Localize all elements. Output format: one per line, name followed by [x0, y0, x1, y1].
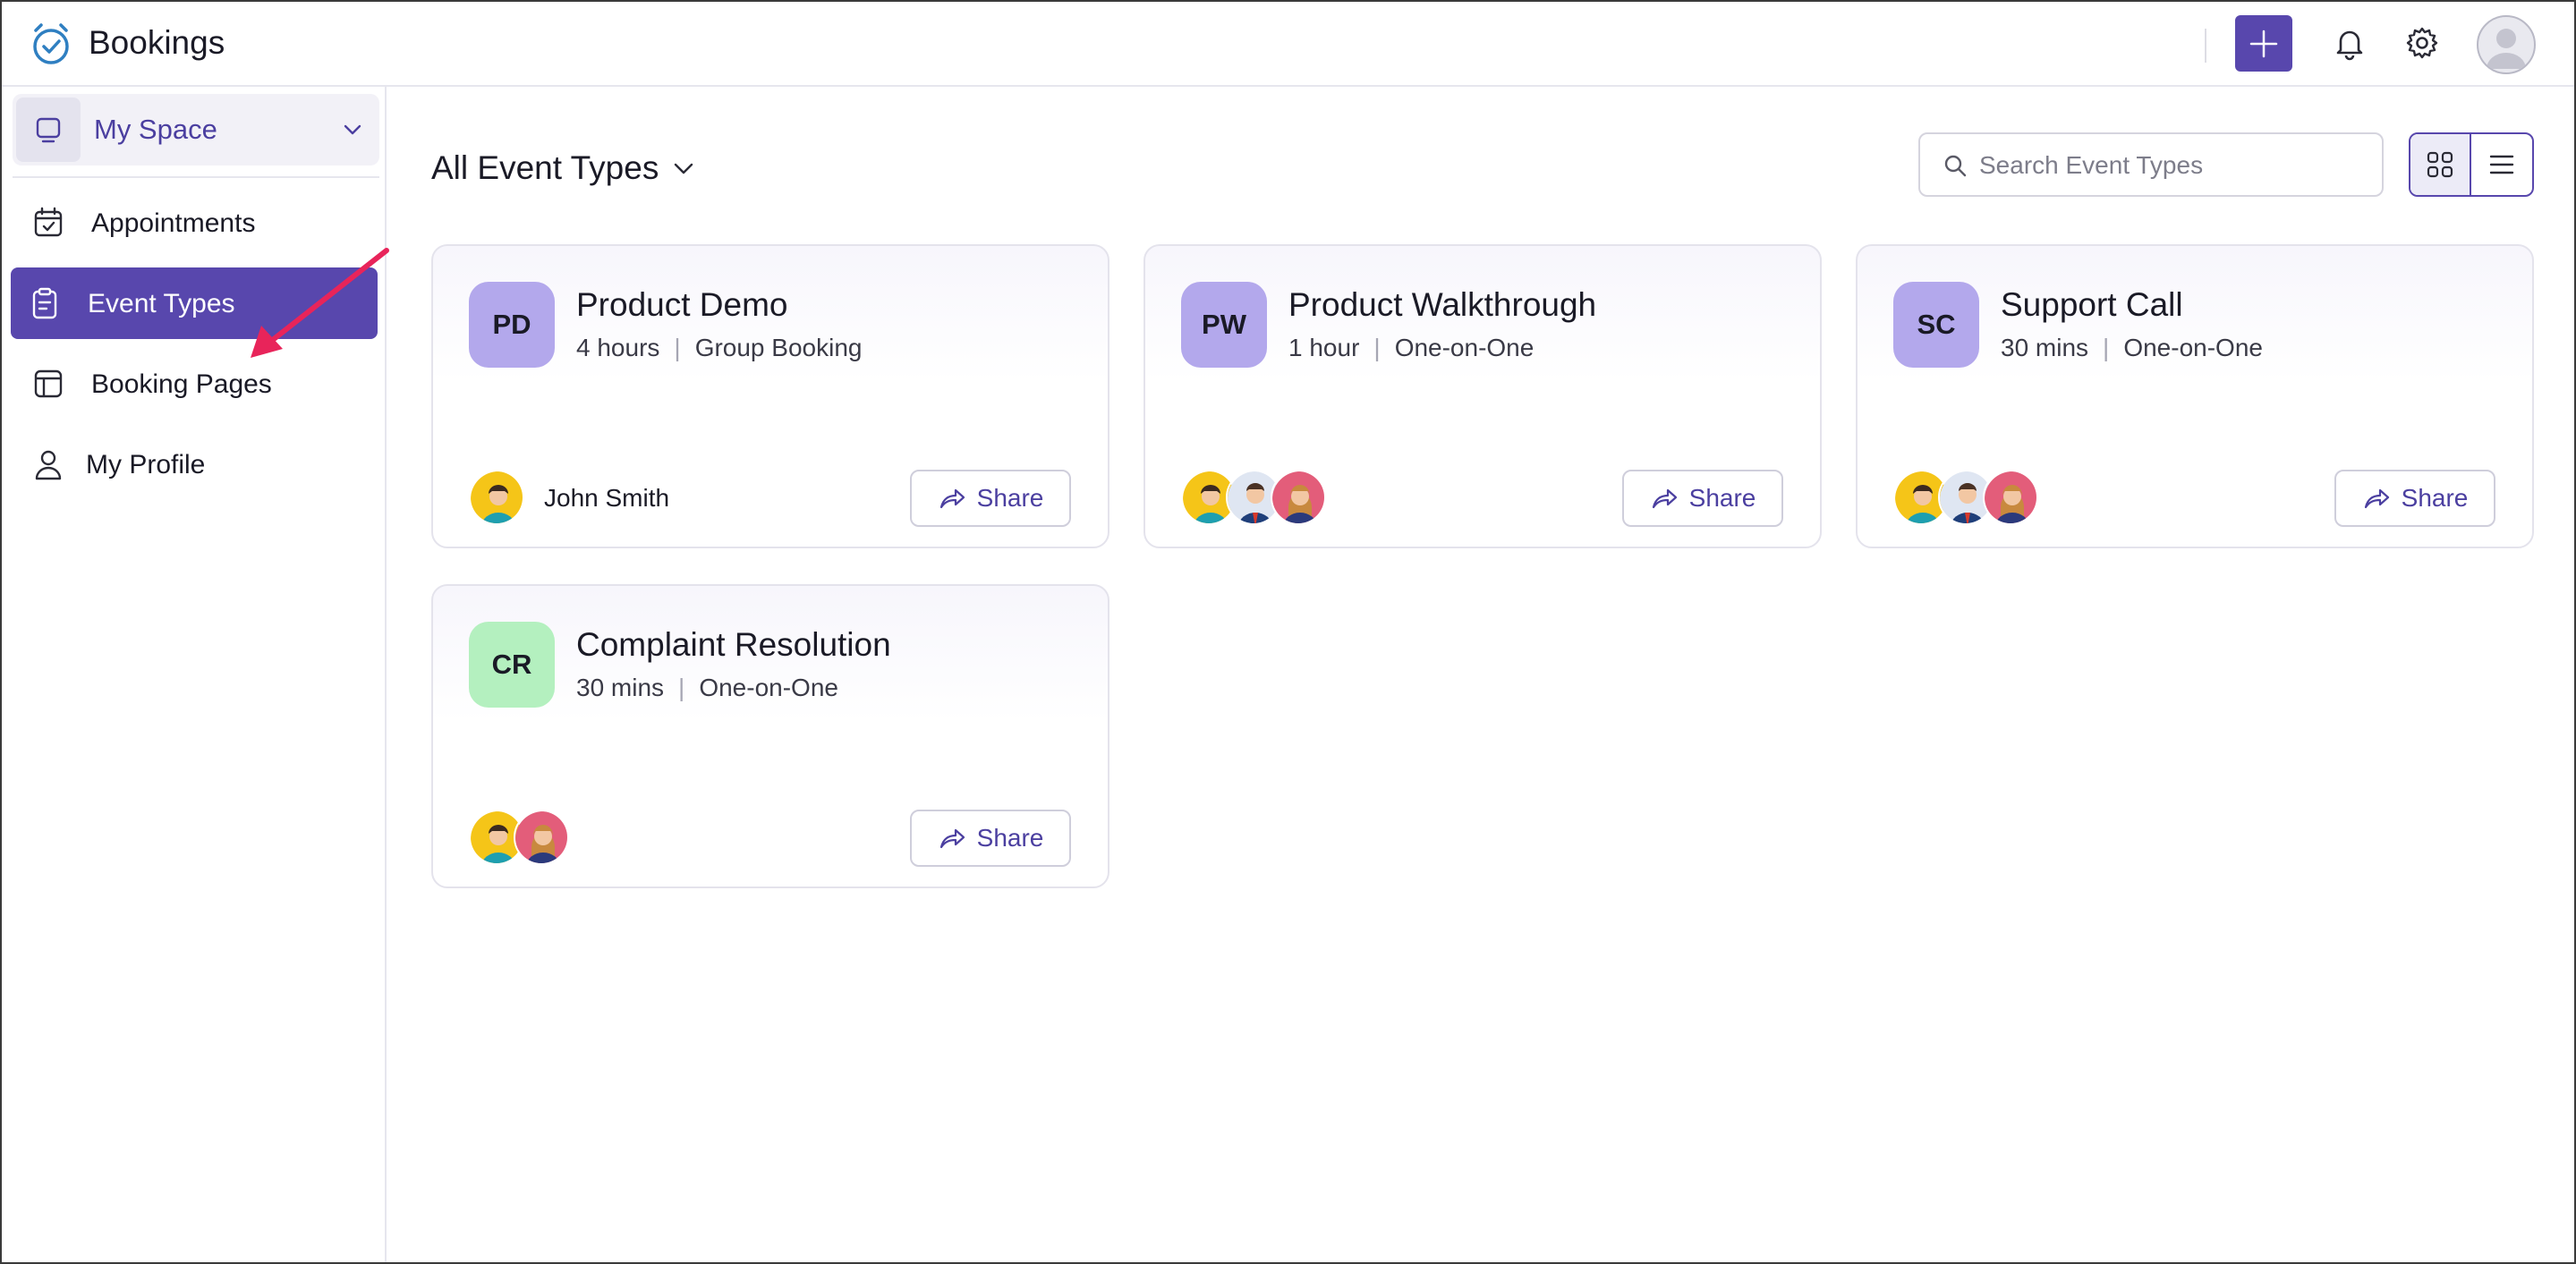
share-label: Share [1688, 484, 1756, 512]
event-booking-type: One-on-One [2123, 334, 2263, 361]
event-booking-type: One-on-One [699, 674, 838, 701]
share-button[interactable]: Share [910, 810, 1071, 867]
event-title: Support Call [2001, 286, 2183, 323]
event-type-card[interactable]: PW Product Walkthrough 1 hour | One-on-One… [1143, 244, 1822, 548]
share-icon [939, 828, 965, 849]
app-title: Bookings [89, 24, 225, 61]
bookings-logo-icon [33, 23, 69, 64]
chevron-down-icon [344, 124, 361, 135]
sidebar-divider [13, 176, 379, 178]
host-avatars [1181, 470, 1326, 527]
event-type-card[interactable]: CR Complaint Resolution 30 mins | One-on-O… [431, 584, 1109, 888]
sidebar-item-event-types[interactable]: Event Types [11, 267, 378, 339]
share-button[interactable]: Share [1622, 470, 1783, 527]
list-icon [2489, 155, 2514, 174]
calendar-check-icon [34, 207, 63, 237]
main-content: All Event Types Search Event Types PD Pr… [388, 87, 2574, 1262]
layout-icon [34, 369, 63, 398]
event-meta: 30 mins | One-on-One [576, 672, 838, 704]
workspace-label: My Space [94, 114, 217, 145]
meta-separator: | [678, 674, 685, 701]
sidebar-item-label: My Profile [86, 450, 206, 479]
sidebar-item-label: Booking Pages [91, 369, 272, 399]
plus-icon [2249, 30, 2278, 57]
workspace-icon [36, 117, 61, 143]
event-initials-badge: CR [469, 622, 555, 708]
event-duration: 30 mins [2001, 334, 2089, 361]
avatar [469, 470, 524, 525]
grid-view-button[interactable] [2410, 134, 2472, 195]
event-title: Product Walkthrough [1288, 286, 1597, 323]
event-initials-badge: PW [1181, 282, 1267, 368]
meta-separator: | [1373, 334, 1381, 361]
workspace-switcher[interactable]: My Space [13, 94, 379, 165]
event-type-card[interactable]: SC Support Call 30 mins | One-on-One Share [1856, 244, 2534, 548]
gear-icon[interactable] [2402, 23, 2442, 63]
event-type-filter[interactable]: All Event Types [431, 146, 659, 191]
host-avatars [469, 470, 524, 527]
view-toggle [2409, 132, 2534, 197]
share-label: Share [2401, 484, 2469, 512]
top-bar: Bookings [2, 2, 2574, 87]
host-avatars [1893, 470, 2038, 527]
share-icon [939, 488, 965, 509]
sidebar-item-appointments[interactable]: Appointments [11, 187, 378, 259]
sidebar-item-label: Event Types [88, 289, 235, 318]
profile-avatar[interactable] [2477, 15, 2536, 74]
avatar [514, 810, 569, 865]
host-avatars [469, 810, 569, 867]
event-title: Complaint Resolution [576, 626, 891, 663]
event-initials-badge: PD [469, 282, 555, 368]
event-duration: 1 hour [1288, 334, 1360, 361]
bell-icon[interactable] [2330, 23, 2369, 63]
sidebar-item-label: Appointments [91, 208, 256, 238]
event-duration: 4 hours [576, 334, 660, 361]
share-label: Share [976, 484, 1044, 512]
list-view-button[interactable] [2471, 134, 2532, 195]
person-icon [35, 450, 62, 480]
grid-icon [2427, 151, 2453, 178]
avatar [1983, 470, 2038, 525]
event-meta: 1 hour | One-on-One [1288, 332, 1534, 364]
user-avatar-icon [2487, 29, 2526, 69]
sidebar-item-my-profile[interactable]: My Profile [11, 428, 378, 500]
search-box [1918, 132, 2384, 197]
header-divider [2205, 29, 2206, 63]
event-duration: 30 mins [576, 674, 665, 701]
event-meta: 30 mins | One-on-One [2001, 332, 2263, 364]
sidebar: My Space Appointments Event Types Bookin… [2, 87, 389, 1262]
search-input[interactable] [1979, 145, 2364, 186]
meta-separator: | [674, 334, 681, 361]
clipboard-icon [32, 287, 57, 319]
chevron-down-icon[interactable] [669, 155, 698, 183]
sidebar-item-booking-pages[interactable]: Booking Pages [11, 348, 378, 420]
search-icon [1944, 155, 1967, 177]
share-icon [2364, 488, 2389, 509]
app-window: Bookings My Space Appointments Event Typ… [0, 0, 2576, 1264]
share-button[interactable]: Share [2334, 470, 2495, 527]
event-type-card[interactable]: PD Product Demo 4 hours | Group Booking Jo… [431, 244, 1109, 548]
event-booking-type: One-on-One [1394, 334, 1535, 361]
event-booking-type: Group Booking [694, 334, 863, 361]
avatar [1271, 470, 1326, 525]
share-label: Share [976, 824, 1044, 852]
add-button[interactable] [2235, 15, 2292, 72]
event-initials-badge: SC [1893, 282, 1979, 368]
share-button[interactable]: Share [910, 470, 1071, 527]
workspace-icon-box [16, 98, 81, 162]
event-meta: 4 hours | Group Booking [576, 332, 862, 364]
owner-name: John Smith [544, 484, 670, 512]
share-icon [1652, 488, 1677, 509]
event-title: Product Demo [576, 286, 788, 323]
meta-separator: | [2103, 334, 2110, 361]
